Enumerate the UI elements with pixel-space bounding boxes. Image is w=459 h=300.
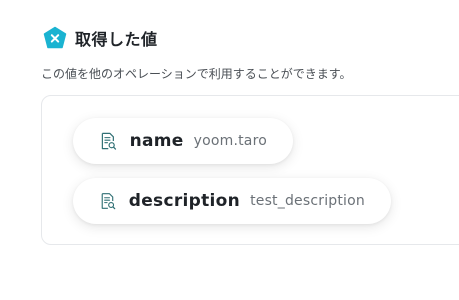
value-text: yoom.taro <box>193 133 267 149</box>
section-header: 取得した値 <box>43 26 158 50</box>
section-title: 取得した値 <box>75 30 158 49</box>
document-search-icon <box>101 193 116 210</box>
value-text: test_description <box>250 193 365 209</box>
section-description: この値を他のオペレーションで利用することができます。 <box>41 67 352 81</box>
value-chip-name[interactable]: name yoom.taro <box>73 118 293 164</box>
retrieved-values-section: 取得した値 この値を他のオペレーションで利用することができます。 name yo… <box>0 0 459 300</box>
value-key: description <box>128 191 241 211</box>
value-chip-description[interactable]: description test_description <box>73 178 391 224</box>
document-search-icon <box>101 132 117 150</box>
yoom-x-badge-icon <box>43 26 67 49</box>
value-key: name <box>129 131 184 151</box>
